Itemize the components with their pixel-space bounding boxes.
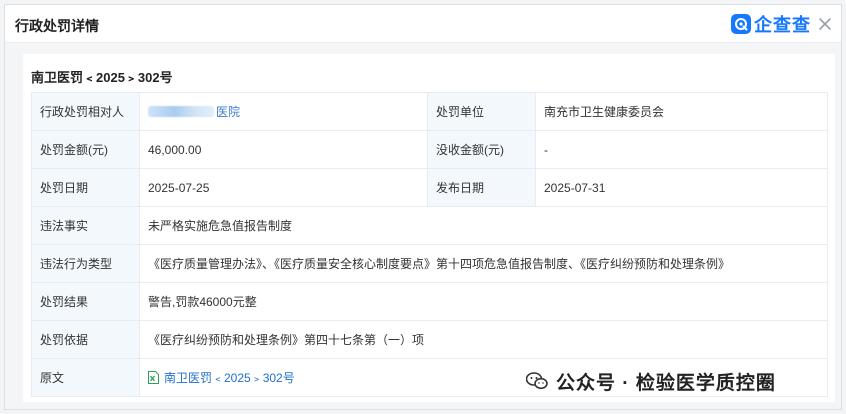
dialog-header: 行政处罚详情 企查查 — [5, 5, 841, 43]
field-label: 违法行为类型 — [31, 244, 140, 283]
brand-logo: 企查查 — [731, 12, 811, 36]
document-number: 南卫医罚﹤2025﹥302号 — [31, 70, 173, 85]
excel-file-icon — [148, 371, 159, 384]
field-label: 行政处罚相对人 — [31, 92, 140, 131]
field-label: 原文 — [31, 358, 140, 397]
field-value: 南充市卫生健康委员会 — [535, 92, 828, 131]
field-label: 处罚结果 — [31, 282, 140, 321]
field-label: 处罚单位 — [427, 92, 536, 131]
close-icon[interactable] — [817, 16, 833, 32]
table-row: 违法行为类型 《医疗质量管理办法》、《医疗质量安全核心制度要点》第十四项危急值报… — [31, 244, 828, 283]
table-row: 处罚结果 警告,罚款46000元整 — [31, 282, 828, 321]
detail-card: 南卫医罚﹤2025﹥302号 行政处罚相对人 医院 处罚单位 南充市卫生健康委员… — [23, 54, 835, 402]
watermark: 公众号 · 检验医学质控圈 — [525, 366, 776, 396]
field-label: 发布日期 — [427, 168, 536, 207]
brand-name: 企查查 — [754, 15, 811, 35]
table-row: 处罚日期 2025-07-25 发布日期 2025-07-31 — [31, 168, 828, 207]
field-label: 没收金额(元) — [427, 130, 536, 169]
redacted-name — [148, 106, 214, 117]
penalty-detail-dialog: 行政处罚详情 企查查 南卫医罚﹤2025﹥302号 行政处罚相对人 医院 处罚单… — [4, 4, 842, 410]
table-row: 行政处罚相对人 医院 处罚单位 南充市卫生健康委员会 — [31, 92, 828, 131]
dialog-title: 行政处罚详情 — [15, 18, 99, 34]
detail-table: 行政处罚相对人 医院 处罚单位 南充市卫生健康委员会 处罚金额(元) 46,00… — [31, 92, 828, 397]
field-label: 处罚依据 — [31, 320, 140, 359]
party-value[interactable]: 医院 — [139, 92, 428, 131]
party-link[interactable]: 医院 — [216, 105, 240, 119]
field-value: 警告,罚款46000元整 — [139, 282, 828, 321]
watermark-text: 公众号 · 检验医学质控圈 — [556, 372, 776, 394]
field-value: 2025-07-25 — [139, 168, 428, 207]
field-label: 处罚日期 — [31, 168, 140, 207]
table-row: 处罚依据 《医疗纠纷预防和处理条例》第四十七条第（一）项 — [31, 320, 828, 359]
field-label: 违法事实 — [31, 206, 140, 245]
field-label: 处罚金额(元) — [31, 130, 140, 169]
field-value: 2025-07-31 — [535, 168, 828, 207]
field-value: 46,000.00 — [139, 130, 428, 169]
field-value: 《医疗纠纷预防和处理条例》第四十七条第（一）项 — [139, 320, 828, 359]
wechat-icon — [525, 372, 548, 390]
field-value: - — [535, 130, 828, 169]
original-file-link[interactable]: 南卫医罚﹤2025﹥302号 — [164, 371, 295, 385]
field-value: 《医疗质量管理办法》、《医疗质量安全核心制度要点》第十四项危急值报告制度、《医疗… — [139, 244, 828, 283]
qcc-logo-icon — [731, 14, 751, 34]
field-value: 未严格实施危急值报告制度 — [139, 206, 828, 245]
table-row: 违法事实 未严格实施危急值报告制度 — [31, 206, 828, 245]
table-row: 处罚金额(元) 46,000.00 没收金额(元) - — [31, 130, 828, 169]
